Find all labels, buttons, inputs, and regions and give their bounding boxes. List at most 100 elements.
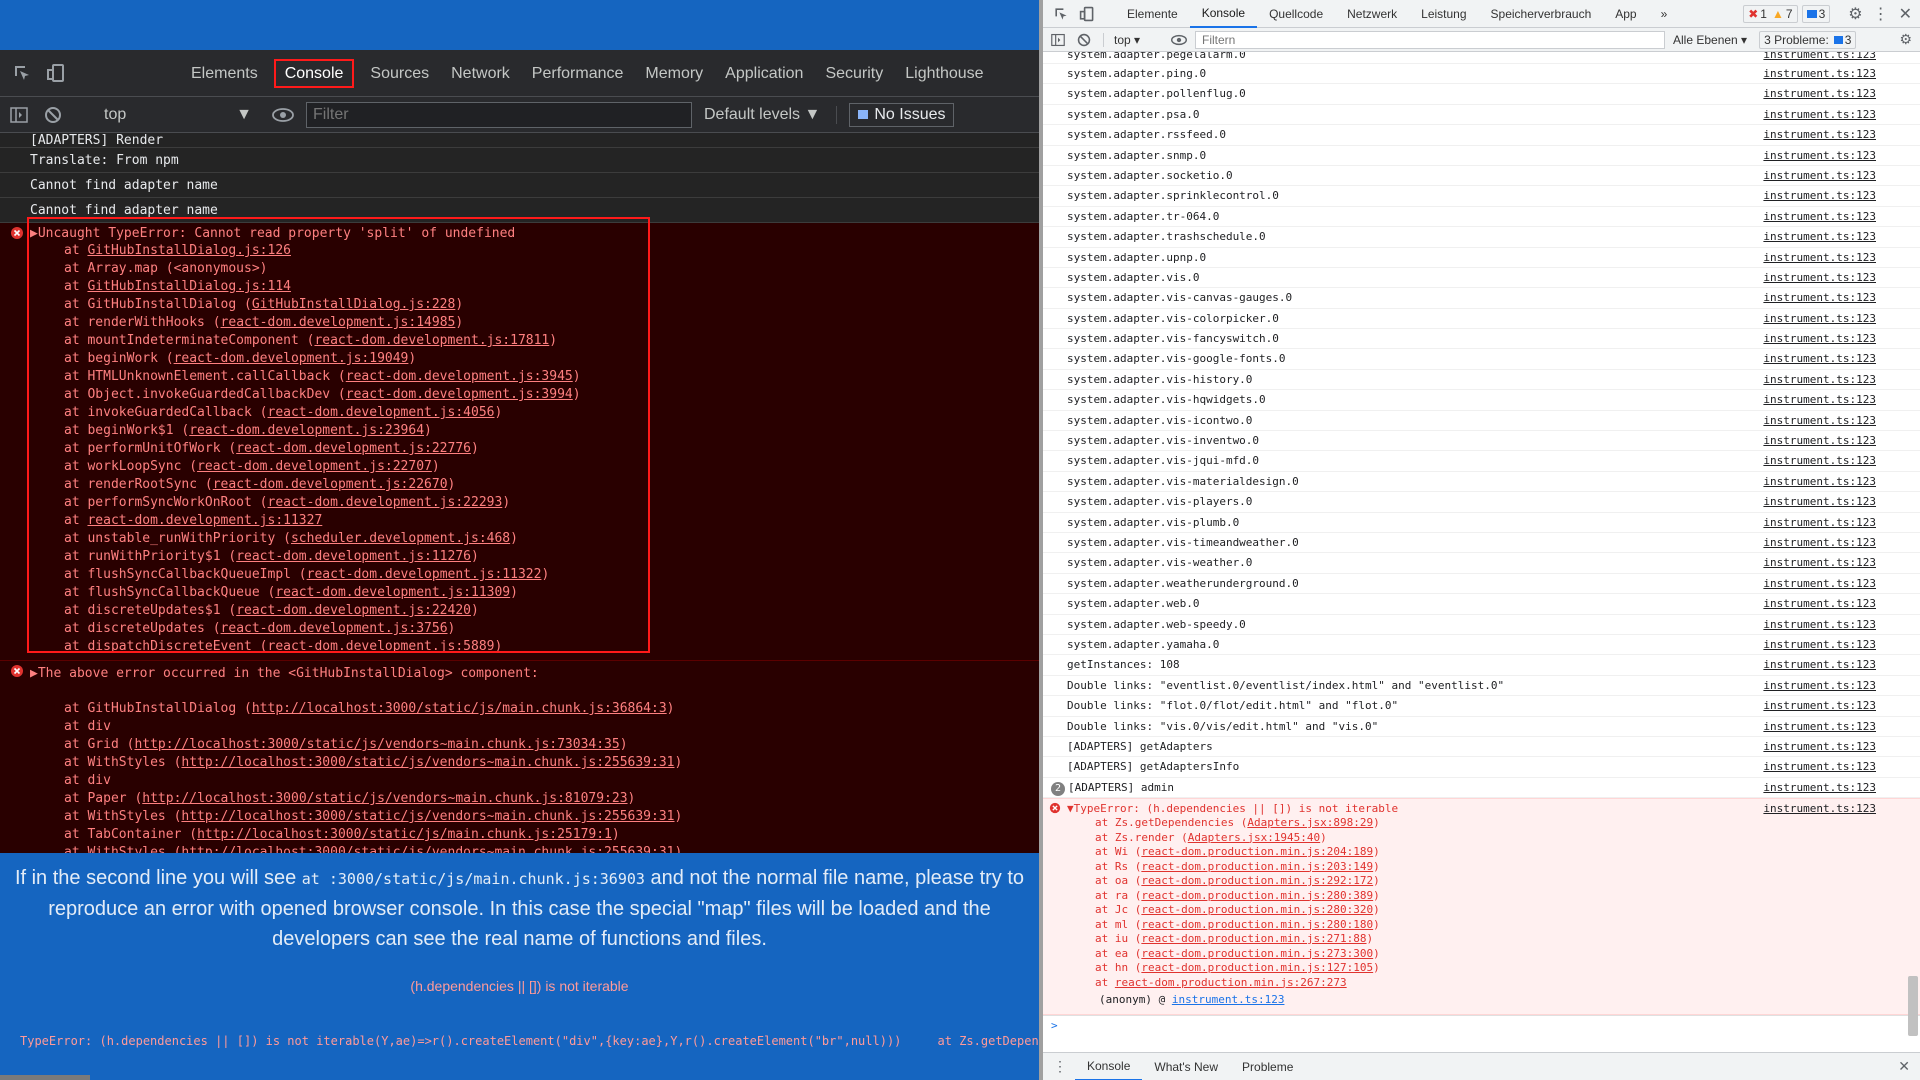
tab-sources[interactable]: Sources [359, 59, 440, 88]
source-link[interactable]: instrument.ts:123 [1763, 105, 1876, 124]
stack-frame-link[interactable]: react-dom.development.js:11322 [307, 567, 542, 582]
stack-frame-link[interactable]: react-dom.development.js:11309 [275, 585, 510, 600]
error-head[interactable]: ▼TypeError: (h.dependencies || []) is no… [1067, 802, 1876, 816]
stack-frame-link[interactable]: http://localhost:3000/static/js/main.chu… [197, 827, 612, 842]
stack-frame-link[interactable]: react-dom.development.js:14985 [221, 315, 456, 330]
stack-frame-link[interactable]: react-dom.development.js:3945 [346, 369, 573, 384]
clear-console-icon[interactable] [1077, 33, 1091, 47]
stack-frame-link[interactable]: http://localhost:3000/static/js/vendors~… [134, 737, 619, 752]
source-link[interactable]: instrument.ts:123 [1763, 309, 1876, 328]
source-link[interactable]: instrument.ts:123 [1763, 513, 1876, 532]
kebab-menu-icon[interactable]: ⋮ [1873, 4, 1889, 24]
stack-frame-link[interactable]: scheduler.development.js:468 [291, 531, 510, 546]
stack-frame-link[interactable]: react-dom.development.js:22293 [268, 495, 503, 510]
error-head[interactable]: ▶The above error occurred in the <GitHub… [0, 666, 1039, 682]
source-link[interactable]: instrument.ts:123 [1763, 492, 1876, 511]
source-link[interactable]: instrument.ts:123 [1763, 615, 1876, 634]
levels-dropdown[interactable]: Alle Ebenen ▾ [1673, 33, 1747, 47]
stack-frame-link[interactable]: http://localhost:3000/static/js/vendors~… [142, 791, 627, 806]
source-link[interactable]: instrument.ts:123 [1763, 207, 1876, 226]
source-link[interactable]: instrument.ts:123 [1763, 370, 1876, 389]
tab-lighthouse[interactable]: Lighthouse [894, 59, 994, 88]
live-expression-eye-icon[interactable] [272, 107, 294, 123]
stack-frame-link[interactable]: react-dom.development.js:19049 [174, 351, 409, 366]
drawer-menu-icon[interactable]: ⋮ [1053, 1058, 1067, 1075]
stack-frame-link[interactable]: http://localhost:3000/static/js/main.chu… [252, 701, 667, 716]
stack-frame-link[interactable]: react-dom.production.min.js:204:189 [1141, 845, 1373, 858]
console-prompt[interactable]: > [1043, 1015, 1920, 1035]
stack-frame-link[interactable]: GitHubInstallDialog.js:114 [87, 279, 291, 294]
source-link[interactable]: instrument.ts:123 [1763, 533, 1876, 552]
stack-frame-link[interactable]: react-dom.development.js:22707 [197, 459, 432, 474]
stack-frame-link[interactable]: GitHubInstallDialog.js:228 [252, 297, 456, 312]
source-link[interactable]: instrument.ts:123 [1172, 993, 1285, 1006]
source-link[interactable]: instrument.ts:123 [1763, 778, 1876, 797]
source-link[interactable]: instrument.ts:123 [1763, 594, 1876, 613]
source-link[interactable]: instrument.ts:123 [1763, 146, 1876, 165]
problems-button[interactable]: 3 Probleme: 3 [1759, 30, 1857, 49]
tab-quellcode[interactable]: Quellcode [1257, 0, 1335, 28]
drawer-tab-whats-new[interactable]: What's New [1142, 1053, 1230, 1080]
stack-frame-link[interactable]: react-dom.production.min.js:273:300 [1141, 947, 1373, 960]
stack-frame-link[interactable]: react-dom.production.min.js:280:180 [1141, 918, 1373, 931]
source-link[interactable]: instrument.ts:123 [1763, 84, 1876, 103]
tab-konsole[interactable]: Konsole [1189, 0, 1258, 28]
source-link[interactable]: instrument.ts:123 [1763, 431, 1876, 450]
tab-elements[interactable]: Elements [180, 59, 269, 88]
source-link[interactable]: instrument.ts:123 [1763, 64, 1876, 83]
stack-frame-link[interactable]: react-dom.development.js:4056 [268, 405, 495, 420]
default-levels-dropdown[interactable]: Default levels ▼ [704, 105, 838, 124]
more-tabs-button[interactable]: » [1649, 0, 1680, 28]
stack-frame-link[interactable]: react-dom.development.js:22670 [213, 477, 448, 492]
source-link[interactable]: instrument.ts:123 [1763, 166, 1876, 185]
source-link[interactable]: instrument.ts:123 [1763, 472, 1876, 491]
message-count-badge[interactable]: 3 [1801, 4, 1831, 23]
tab-application[interactable]: Application [714, 59, 814, 88]
inspect-element-icon[interactable] [1053, 6, 1069, 22]
stack-frame-link[interactable]: Adapters.jsx:1945:40 [1188, 831, 1320, 844]
sidebar-toggle-icon[interactable] [1051, 33, 1065, 47]
tab-leistung[interactable]: Leistung [1409, 0, 1478, 28]
tab-performance[interactable]: Performance [521, 59, 635, 88]
tab-console[interactable]: Console [273, 58, 355, 88]
source-link[interactable]: instrument.ts:123 [1763, 635, 1876, 654]
clear-console-icon[interactable] [44, 106, 62, 124]
filter-input[interactable] [306, 101, 692, 128]
issues-button[interactable]: No Issues [849, 102, 955, 127]
context-selector[interactable]: top ▾ [1103, 32, 1163, 47]
stack-frame-link[interactable]: react-dom.development.js:17811 [314, 333, 549, 348]
stack-frame-link[interactable]: react-dom.production.min.js:203:149 [1141, 860, 1373, 873]
close-drawer-icon[interactable]: ✕ [1898, 1058, 1910, 1075]
source-link[interactable]: instrument.ts:123 [1763, 411, 1876, 430]
source-link[interactable]: instrument.ts:123 [1763, 268, 1876, 287]
gear-icon[interactable]: ⚙ [1899, 31, 1912, 48]
source-link[interactable]: instrument.ts:123 [1763, 125, 1876, 144]
source-link[interactable]: instrument.ts:123 [1763, 390, 1876, 409]
sidebar-toggle-icon[interactable] [10, 106, 28, 124]
source-link[interactable]: instrument.ts:123 [1763, 248, 1876, 267]
tab-app[interactable]: App [1603, 0, 1648, 28]
horizontal-scrollbar[interactable] [0, 1075, 90, 1080]
stack-frame-link[interactable]: react-dom.production.min.js:271:88 [1141, 932, 1366, 945]
tab-elemente[interactable]: Elemente [1115, 0, 1190, 28]
context-selector[interactable]: top ▼ [84, 106, 252, 124]
drawer-tab-probleme[interactable]: Probleme [1230, 1053, 1305, 1080]
source-link[interactable]: instrument.ts:123 [1763, 52, 1876, 63]
stack-frame-link[interactable]: react-dom.development.js:5889 [268, 639, 495, 654]
inspect-element-icon[interactable] [12, 63, 32, 83]
stack-frame-link[interactable]: react-dom.production.min.js:127:105 [1141, 961, 1373, 974]
source-link[interactable]: instrument.ts:123 [1763, 553, 1876, 572]
error-head[interactable]: ▶Uncaught TypeError: Cannot read propert… [0, 226, 1039, 242]
stack-frame-link[interactable]: react-dom.development.js:22420 [236, 603, 471, 618]
stack-frame-link[interactable]: react-dom.development.js:23964 [189, 423, 424, 438]
stack-frame-link[interactable]: react-dom.development.js:22776 [236, 441, 471, 456]
stack-frame-link[interactable]: react-dom.development.js:11327 [87, 513, 322, 528]
source-link[interactable]: instrument.ts:123 [1763, 329, 1876, 348]
gear-icon[interactable]: ⚙ [1848, 4, 1862, 24]
filter-input[interactable] [1195, 30, 1665, 49]
stack-frame-link[interactable]: react-dom.development.js:11276 [236, 549, 471, 564]
source-link[interactable]: instrument.ts:123 [1763, 227, 1876, 246]
stack-frame-link[interactable]: react-dom.production.min.js:292:172 [1141, 874, 1373, 887]
source-link[interactable]: instrument.ts:123 [1763, 717, 1876, 736]
source-link[interactable]: instrument.ts:123 [1763, 696, 1876, 715]
